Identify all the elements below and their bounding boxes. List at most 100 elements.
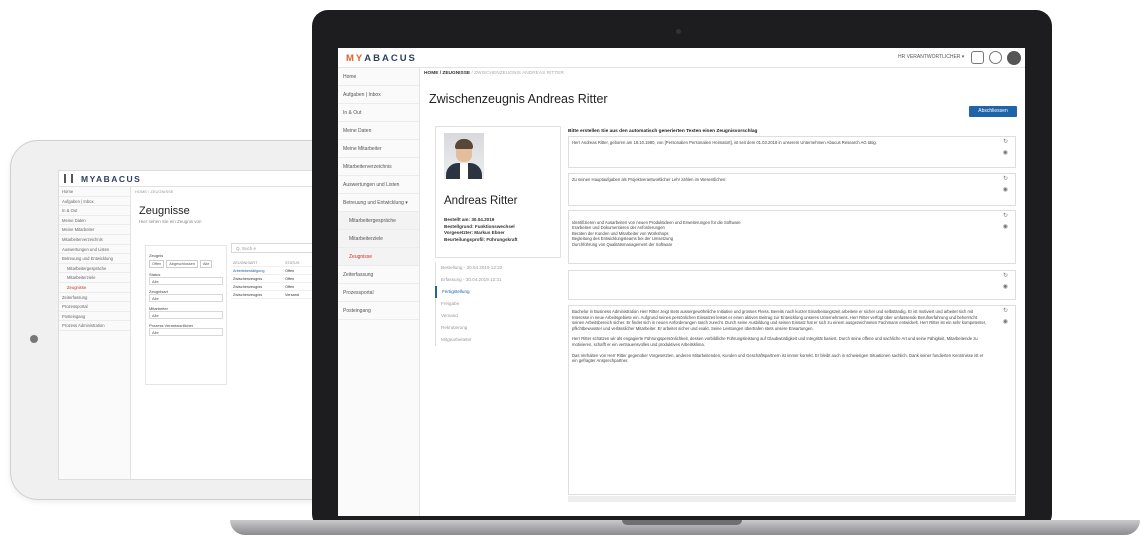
mail-icon[interactable] (971, 51, 984, 64)
tablet-sidebar-item[interactable]: Posteingang (59, 312, 130, 322)
tablet-sidebar-item[interactable]: Meine Mitarbeiter (59, 225, 130, 235)
sidebar-item[interactable]: Prozessportal (338, 284, 419, 302)
workflow-step[interactable]: Rekrutierung (435, 322, 561, 334)
tablet-sidebar-item[interactable]: Zeugnisse (59, 283, 130, 293)
tablet-sidebar-item[interactable]: Mitarbeitergespräche (59, 264, 130, 274)
tablet-page-title: Zeugnisse (139, 205, 190, 217)
text-block-2-content: Zu seinen Hauptaufgaben als Projektveran… (572, 177, 727, 182)
prozess-select[interactable]: Alle (149, 328, 223, 336)
workflow-step[interactable]: Freigabe (435, 298, 561, 310)
sidebar-item[interactable]: Zeiterfassung (338, 266, 419, 284)
tablet-sidebar-item[interactable]: Auswertungen und Listen (59, 245, 130, 255)
instruction-text: Bitte erstellen Sie aus den automatisch … (568, 129, 758, 134)
zeugnis-label: Zeugnis (149, 253, 164, 258)
tablet-breadcrumb: HOME / ZEUGNISSE (135, 189, 174, 194)
refresh-icon[interactable]: ↻ (1003, 213, 1008, 220)
text-block-4[interactable]: ↻ ◉ (568, 270, 1016, 300)
tablet-sidebar-item[interactable]: Meine Daten (59, 216, 130, 226)
text-block-1-content: Herr Andreas Ritter, geboren am 18.10.19… (572, 140, 877, 145)
status-select[interactable]: Alle (149, 277, 223, 285)
sidebar-item[interactable]: Posteingang (338, 302, 419, 320)
sidebar-item[interactable]: Auswertungen und Listen (338, 176, 419, 194)
horizontal-scrollbar[interactable] (568, 496, 1016, 502)
table-cell: Arbeitsbestätigung (233, 269, 265, 273)
logo-prefix: MY (346, 53, 365, 64)
refresh-icon[interactable]: ↻ (1003, 273, 1008, 280)
mitarbeiter-select[interactable]: Alle (149, 311, 223, 319)
sidebar-item[interactable]: Mitarbeitergespräche (338, 212, 419, 230)
user-icon[interactable] (989, 51, 1002, 64)
breadcrumb-home[interactable]: HOME / ZEUGNISSE (424, 71, 470, 76)
camera-icon (676, 29, 681, 34)
avatar[interactable] (1007, 51, 1021, 65)
breadcrumb: HOME / ZEUGNISSE / ZWISCHENZEUGNIS ANDRE… (424, 71, 564, 76)
laptop-header: MYABACUS HR VERANTWORTLICHER ▾ (338, 48, 1025, 68)
tablet-sidebar-item[interactable]: Mitarbeiterziele (59, 273, 130, 283)
table-cell: Versand (285, 293, 299, 297)
sidebar-item[interactable]: Mitarbeiterverzeichnis (338, 158, 419, 176)
employee-info: Bestellt am: 30.04.2019 Bestellgrund: Fu… (444, 217, 518, 243)
workflow-step[interactable]: Mitgearbeiteter (435, 334, 561, 346)
employee-photo (444, 133, 484, 179)
column-header[interactable]: STATUS (283, 259, 311, 266)
workflow-step[interactable]: Bestellung - 30.04.2019 12:22 (435, 262, 561, 274)
tablet-sidebar-item[interactable]: Zeiterfassung (59, 293, 130, 303)
text-block-5[interactable]: Bachelor in Business Administration Herr… (568, 305, 1016, 495)
refresh-icon[interactable]: ↻ (1003, 139, 1008, 146)
sidebar-item[interactable]: Betreuung und Entwicklung ▾ (338, 194, 419, 212)
sidebar-item[interactable]: Aufgaben | Inbox (338, 86, 419, 104)
sidebar-item[interactable]: Zeugnisse (338, 248, 419, 266)
text-block-5a: Bachelor in Business Administration Herr… (572, 309, 987, 331)
text-block-3-content: Identifizieren und Ausarbeiten von neuen… (572, 219, 741, 247)
chip-abgeschlossen[interactable]: Abgeschlossen (166, 260, 198, 268)
workflow-step[interactable]: Erfassung - 30.04.2019 12:31 (435, 274, 561, 286)
tablet-sidebar: Home Aufgaben | Inbox In & Out Meine Daten M… (59, 187, 131, 479)
table-cell: Offen (285, 277, 295, 281)
abschliessen-button[interactable]: Abschliessen (969, 106, 1017, 117)
eye-icon[interactable]: ◉ (1003, 319, 1008, 326)
sidebar-item[interactable]: Mitarbeiterziele (338, 230, 419, 248)
vorgesetzter: Vorgesetzter: Markus Ebner (444, 230, 505, 236)
table-cell: Zwischenzeugnis (233, 277, 263, 281)
refresh-icon[interactable]: ↻ (1003, 176, 1008, 183)
workflow-step[interactable]: Fertigstellung (435, 286, 561, 298)
eye-icon[interactable]: ◉ (1003, 150, 1008, 157)
laptop-notch (622, 520, 742, 525)
workflow-step[interactable]: Versand (435, 310, 561, 322)
employee-card: Andreas Ritter Bestellt am: 30.04.2019 B… (435, 126, 561, 258)
eye-icon[interactable]: ◉ (1003, 224, 1008, 231)
menu-icon[interactable] (64, 174, 73, 183)
breadcrumb-current: / ZWISCHENZEUGNIS ANDREAS RITTER (470, 71, 564, 76)
text-block-1[interactable]: Herr Andreas Ritter, geboren am 18.10.19… (568, 136, 1016, 168)
column-header[interactable]: ZEUGNISART (231, 259, 283, 266)
chip-alle[interactable]: Alle (199, 260, 213, 268)
table-cell: Offen (285, 269, 295, 273)
sidebar-item[interactable]: Home (338, 68, 419, 86)
tablet-sidebar-item[interactable]: In & Out (59, 206, 130, 216)
sidebar-item[interactable]: Meine Daten (338, 122, 419, 140)
page-title: Zwischenzeugnis Andreas Ritter (429, 92, 608, 106)
text-block-3[interactable]: Identifizieren und Ausarbeiten von neuen… (568, 210, 1016, 264)
tablet-sidebar-item[interactable]: Betreuung und Entwicklung (59, 254, 130, 264)
bestellt-am: Bestellt am: 30.04.2019 (444, 217, 495, 222)
table-cell: Zwischenzeugnis (233, 293, 263, 297)
tablet-sidebar-item[interactable]: Prozess Administration (59, 321, 130, 331)
zeugnisart-select[interactable]: Alle (149, 294, 223, 302)
refresh-icon[interactable]: ↻ (1003, 308, 1008, 315)
tablet-home-button (30, 335, 38, 343)
workflow-steps: Bestellung - 30.04.2019 12:22 Erfassung -… (435, 262, 561, 346)
tablet-sidebar-item[interactable]: Prozessportal (59, 302, 130, 312)
tablet-filter-form: Zeugnis Offen Abgeschlossen Alle Status … (145, 245, 227, 385)
chip-offen[interactable]: Offen (149, 260, 165, 268)
tablet-logo: MYABACUS (81, 174, 142, 184)
eye-icon[interactable]: ◉ (1003, 187, 1008, 194)
user-role-menu[interactable]: HR VERANTWORTLICHER ▾ (898, 54, 964, 60)
eye-icon[interactable]: ◉ (1003, 284, 1008, 291)
tablet-sidebar-item[interactable]: Home (59, 187, 130, 197)
sidebar-item[interactable]: Meine Mitarbeiter (338, 140, 419, 158)
sidebar-item[interactable]: In & Out (338, 104, 419, 122)
tablet-sidebar-item[interactable]: Aufgaben | Inbox (59, 197, 130, 207)
tablet-sidebar-item[interactable]: Mitarbeiterverzeichnis (59, 235, 130, 245)
laptop-screen: MYABACUS HR VERANTWORTLICHER ▾ Home Aufga… (338, 48, 1025, 516)
text-block-2[interactable]: Zu seinen Hauptaufgaben als Projektveran… (568, 173, 1016, 206)
